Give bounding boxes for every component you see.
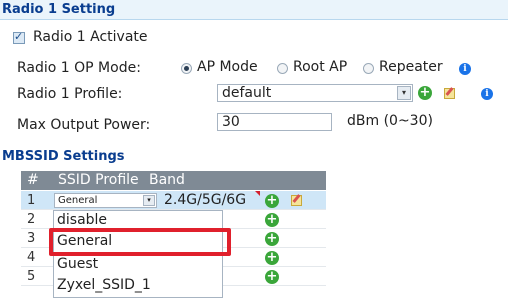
- power-label: Max Output Power:: [17, 117, 151, 133]
- band-value: 2.4G/5G/6G: [164, 192, 247, 208]
- edit-icon[interactable]: [291, 195, 302, 206]
- row-number: 5: [27, 269, 36, 284]
- op-mode-ap-label: AP Mode: [197, 59, 258, 75]
- power-input[interactable]: 30: [217, 113, 332, 131]
- op-mode-root-label: Root AP: [293, 59, 348, 75]
- op-mode-info-icon[interactable]: i: [459, 63, 471, 75]
- col-band: Band: [149, 172, 185, 188]
- profile-info-icon[interactable]: i: [481, 88, 493, 100]
- dropdown-option-guest[interactable]: Guest: [57, 256, 98, 272]
- edit-profile-icon[interactable]: [444, 88, 455, 99]
- dropdown-option-disable[interactable]: disable: [57, 212, 107, 228]
- chevron-down-icon: ▾: [397, 86, 411, 100]
- radio-setting-title: Radio 1 Setting: [0, 0, 508, 20]
- highlight-box: [49, 228, 231, 256]
- add-icon[interactable]: +: [265, 251, 279, 265]
- row-number: 3: [27, 231, 36, 246]
- table-row[interactable]: 1 General ▾ 2.4G/5G/6G +: [21, 191, 326, 210]
- row-number: 2: [27, 212, 36, 227]
- op-mode-root-radio[interactable]: [277, 63, 288, 74]
- col-num: #: [27, 172, 39, 188]
- dropdown-option-zyxel-ssid-1[interactable]: Zyxel_SSID_1: [57, 277, 151, 293]
- op-mode-repeater-radio[interactable]: [363, 63, 374, 74]
- radio-activate-checkbox[interactable]: [13, 30, 25, 44]
- add-icon[interactable]: +: [265, 232, 279, 246]
- power-unit-label: dBm (0~30): [347, 113, 433, 129]
- op-mode-repeater-label: Repeater: [379, 59, 443, 75]
- chevron-down-icon: ▾: [143, 195, 155, 206]
- mbssid-title: MBSSID Settings: [0, 147, 508, 167]
- profile-select[interactable]: default ▾: [217, 84, 413, 102]
- op-mode-ap-radio[interactable]: [181, 63, 192, 74]
- profile-select-value: default: [222, 85, 272, 101]
- ssid-profile-select[interactable]: General ▾: [54, 193, 157, 208]
- modified-marker: [255, 191, 260, 196]
- row-number: 4: [27, 250, 36, 265]
- profile-label: Radio 1 Profile:: [17, 86, 123, 102]
- add-icon[interactable]: +: [265, 213, 279, 227]
- ssid-profile-value: General: [58, 195, 98, 206]
- op-mode-label: Radio 1 OP Mode:: [17, 60, 141, 76]
- row-number: 1: [27, 193, 36, 208]
- add-icon[interactable]: +: [265, 270, 279, 284]
- add-icon[interactable]: +: [265, 194, 279, 208]
- mbssid-table-header: # SSID Profile Band: [21, 171, 326, 190]
- col-ssid-profile: SSID Profile: [58, 172, 139, 188]
- add-profile-icon[interactable]: +: [418, 86, 432, 100]
- radio-activate-label: Radio 1 Activate: [33, 29, 148, 45]
